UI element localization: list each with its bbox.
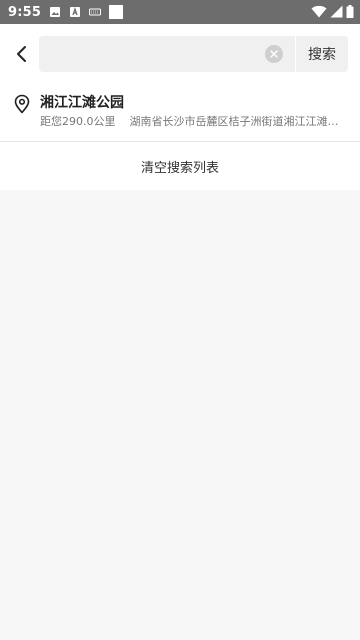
back-button[interactable]	[8, 40, 36, 68]
search-input[interactable]	[39, 35, 265, 72]
result-distance: 距您290.0公里	[40, 115, 116, 128]
battery-icon	[346, 3, 354, 22]
result-content: 湘江江滩公园 距您290.0公里 湖南省长沙市岳麓区桔子洲街道湘江江滩公园	[40, 93, 348, 132]
search-box: 搜索	[39, 35, 348, 72]
clear-input-button[interactable]	[265, 44, 283, 63]
result-title: 湘江江滩公园	[40, 95, 124, 111]
wifi-icon	[311, 3, 327, 22]
cellular-icon	[330, 3, 343, 22]
status-bar: 9:55	[0, 0, 360, 24]
font-icon	[69, 6, 81, 18]
image-icon	[49, 6, 61, 18]
status-time: 9:55	[8, 4, 42, 20]
result-meta: 距您290.0公里 湖南省长沙市岳麓区桔子洲街道湘江江滩公园	[40, 114, 348, 130]
close-icon	[270, 49, 278, 58]
result-address: 湖南省长沙市岳麓区桔子洲街道湘江江滩公园	[129, 115, 349, 128]
location-pin-icon	[12, 94, 32, 114]
clear-search-list-button[interactable]: 清空搜索列表	[0, 142, 360, 190]
search-header: 搜索	[0, 24, 360, 83]
search-button[interactable]: 搜索	[296, 36, 348, 72]
list-item[interactable]: 湘江江滩公园 距您290.0公里 湖南省长沙市岳麓区桔子洲街道湘江江滩公园	[0, 83, 360, 142]
chevron-left-icon	[17, 45, 26, 62]
square-icon	[109, 5, 124, 19]
system-icons	[311, 3, 354, 22]
keyboard-icon	[89, 6, 102, 18]
notification-icons	[49, 5, 124, 19]
result-list: 湘江江滩公园 距您290.0公里 湖南省长沙市岳麓区桔子洲街道湘江江滩公园 清空…	[0, 83, 360, 190]
